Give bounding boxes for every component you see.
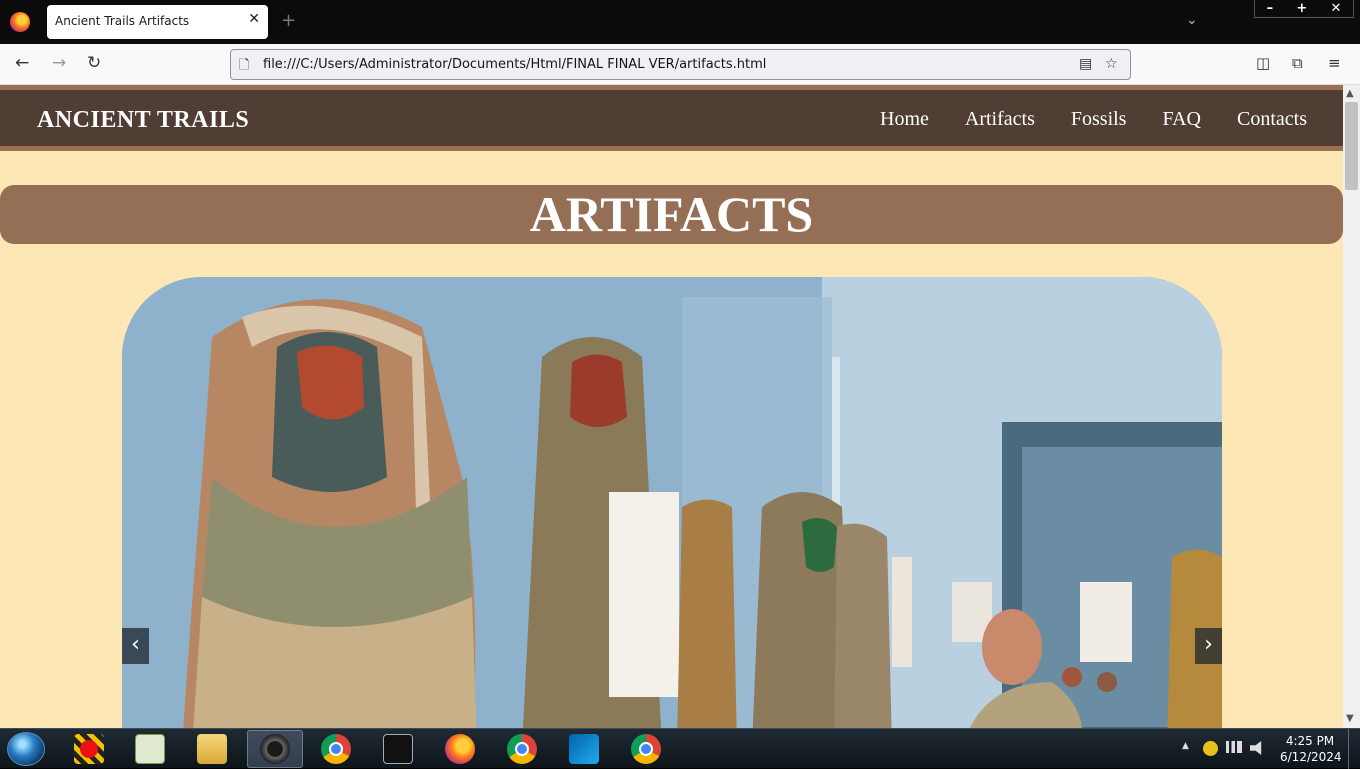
- browser-toolbar: ← → ↻ 🗋 file:///C:/Users/Administrator/D…: [0, 44, 1360, 85]
- page-title-banner: ARTIFACTS: [0, 185, 1343, 244]
- chrome-second-icon[interactable]: [631, 734, 661, 764]
- extensions-icon[interactable]: ⧉: [1292, 54, 1303, 72]
- chrome-profile-icon[interactable]: [507, 734, 537, 764]
- tab-title: Ancient Trails Artifacts: [55, 14, 190, 28]
- close-window-button[interactable]: ✕: [1330, 1, 1341, 16]
- image-slider: ‹ ›: [122, 277, 1222, 728]
- reload-button[interactable]: ↻: [87, 53, 101, 73]
- scroll-thumb[interactable]: [1345, 102, 1358, 190]
- windows-taskbar: ▲ 4:25 PM 6/12/2024: [0, 728, 1360, 769]
- start-button[interactable]: [7, 732, 45, 766]
- reader-view-icon[interactable]: ▤: [1079, 56, 1092, 72]
- nav-faq[interactable]: FAQ: [1162, 108, 1201, 131]
- command-prompt-icon[interactable]: [383, 734, 413, 764]
- camera-app-icon[interactable]: [260, 734, 290, 764]
- site-brand[interactable]: ANCIENT TRAILS: [37, 107, 249, 134]
- page-viewport: ANCIENT TRAILS Home Artifacts Fossils FA…: [0, 85, 1343, 728]
- minimize-button[interactable]: –: [1267, 1, 1274, 16]
- nav-artifacts[interactable]: Artifacts: [965, 108, 1035, 131]
- clock-time: 4:25 PM: [1285, 734, 1335, 748]
- maximize-button[interactable]: +: [1296, 1, 1307, 16]
- firefox-icon: [10, 12, 30, 32]
- firefox-taskbar-icon[interactable]: [445, 734, 475, 764]
- network-status-icon[interactable]: [1203, 741, 1218, 756]
- new-tab-button[interactable]: +: [281, 10, 296, 31]
- site-nav: Home Artifacts Fossils FAQ Contacts: [880, 108, 1307, 131]
- notepad-plus-icon[interactable]: [135, 734, 165, 764]
- chrome-icon[interactable]: [321, 734, 351, 764]
- page-scrollbar[interactable]: ▲ ▼: [1343, 85, 1360, 728]
- window-controls: – + ✕: [1254, 0, 1354, 18]
- nav-fossils[interactable]: Fossils: [1071, 108, 1127, 131]
- app-menu-icon[interactable]: ≡: [1328, 54, 1341, 72]
- clock-date: 6/12/2024: [1280, 750, 1342, 764]
- nav-contacts[interactable]: Contacts: [1237, 108, 1307, 131]
- system-clock[interactable]: 4:25 PM 6/12/2024: [1280, 733, 1342, 765]
- page-icon: 🗋: [239, 58, 250, 73]
- site-header: ANCIENT TRAILS Home Artifacts Fossils FA…: [0, 85, 1343, 151]
- bookmark-star-icon[interactable]: ☆: [1105, 56, 1118, 72]
- slide-image: [122, 277, 1222, 728]
- browser-tab-active[interactable]: Ancient Trails Artifacts ✕: [47, 5, 268, 39]
- nav-home[interactable]: Home: [880, 108, 929, 131]
- slider-next-button[interactable]: ›: [1195, 628, 1222, 664]
- scroll-down-icon[interactable]: ▼: [1346, 713, 1354, 724]
- browser-tab-bar: Ancient Trails Artifacts ✕ + ⌄ – + ✕: [0, 0, 1360, 44]
- back-button[interactable]: ←: [15, 53, 29, 73]
- recorder-app-icon[interactable]: [74, 734, 104, 764]
- pocket-icon[interactable]: ◫: [1256, 54, 1270, 72]
- page-title: ARTIFACTS: [529, 186, 814, 242]
- vscode-icon[interactable]: [569, 734, 599, 764]
- url-text[interactable]: file:///C:/Users/Administrator/Documents…: [263, 57, 766, 72]
- file-explorer-icon[interactable]: [197, 734, 227, 764]
- slider-prev-button[interactable]: ‹: [122, 628, 149, 664]
- url-bar[interactable]: 🗋 file:///C:/Users/Administrator/Documen…: [230, 49, 1131, 80]
- tray-expand-icon[interactable]: ▲: [1182, 741, 1189, 751]
- signal-icon[interactable]: [1226, 741, 1242, 753]
- forward-button[interactable]: →: [52, 53, 66, 73]
- scroll-up-icon[interactable]: ▲: [1346, 88, 1354, 99]
- list-tabs-icon[interactable]: ⌄: [1186, 12, 1198, 28]
- close-tab-icon[interactable]: ✕: [248, 11, 260, 27]
- volume-icon[interactable]: [1250, 741, 1262, 755]
- show-desktop-button[interactable]: [1348, 729, 1360, 769]
